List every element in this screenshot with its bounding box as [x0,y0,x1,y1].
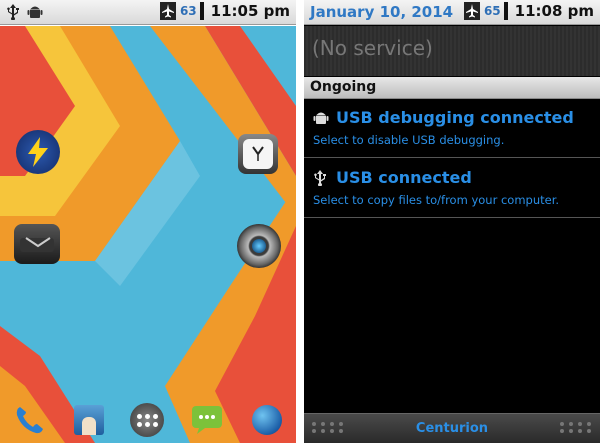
browser-icon[interactable] [250,403,284,437]
android-icon [26,3,44,21]
dock-toggle-icon[interactable] [14,224,60,264]
shade-drag-handle[interactable]: Centurion [304,413,600,443]
section-title: Ongoing [310,79,377,95]
battery-level: 65 [483,4,501,18]
notification-title: USB debugging connected [336,108,574,127]
notification-subtitle: Select to copy files to/from your comput… [313,193,560,207]
wallpaper [0,26,296,443]
usb-icon [4,3,22,21]
home-screen: 63 11:05 pm [0,0,296,443]
airplane-mode-icon [463,2,481,20]
camera-lens-icon[interactable] [237,224,281,268]
airplane-mode-icon [159,2,177,20]
status-bar[interactable]: 63 11:05 pm [0,0,296,25]
phone-icon[interactable] [12,403,46,437]
dock [0,397,296,443]
clock-widget-icon[interactable] [238,134,278,174]
clock-time: 11:08 pm [514,2,594,20]
status-date: January 10, 2014 [310,3,454,21]
messaging-icon[interactable] [190,403,224,437]
notification-usb-connected[interactable]: USB connected Select to copy files to/fr… [304,160,600,218]
carrier-header: (No service) [304,26,600,76]
device-name-label: Centurion [415,421,489,436]
battery-icon [503,2,508,20]
clock-time: 11:05 pm [210,2,290,20]
battery-icon [199,2,204,20]
notification-usb-debugging[interactable]: USB debugging connected Select to disabl… [304,100,600,158]
app-drawer-icon[interactable] [130,403,164,437]
notification-subtitle: Select to disable USB debugging. [313,133,505,147]
status-bar[interactable]: January 10, 2014 65 11:08 pm [304,0,600,25]
usb-icon [313,170,329,187]
android-icon [313,110,329,126]
grip-dots-right [560,422,592,433]
notification-title: USB connected [336,168,472,187]
carrier-label: (No service) [312,36,433,60]
flash-app-icon[interactable] [16,130,60,174]
battery-level: 63 [179,4,197,18]
ongoing-section-header: Ongoing [304,77,600,99]
contacts-icon[interactable] [72,403,106,437]
notification-shade-screen: January 10, 2014 65 11:08 pm (No service… [304,0,600,443]
